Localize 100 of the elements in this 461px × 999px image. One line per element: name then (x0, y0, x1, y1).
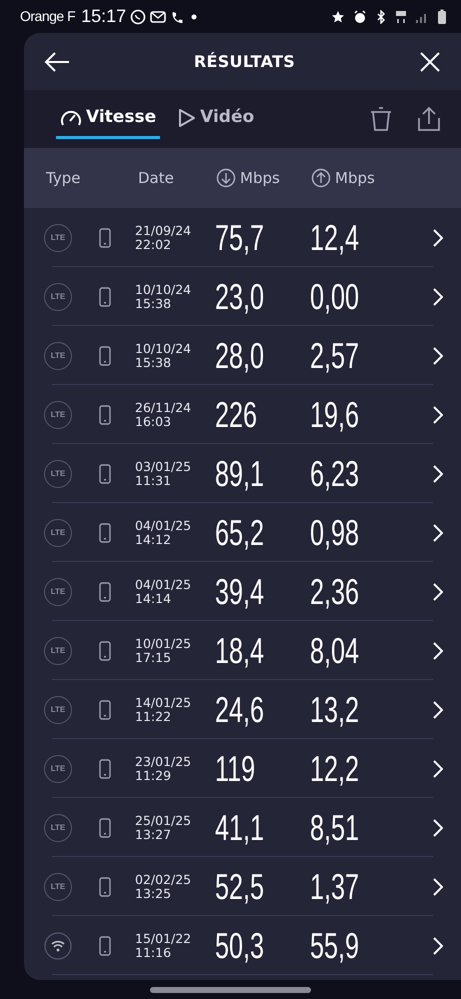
column-header: Type (46, 168, 80, 189)
network-type-badge: LTE (44, 696, 72, 724)
date-text: 23/01/25 (135, 754, 192, 768)
date-text: 25/01/25 (135, 814, 192, 828)
time-text: 14:12 (135, 532, 172, 546)
download-speed: 41,1 (215, 808, 264, 848)
date-text: 04/01/25 (135, 578, 192, 592)
date-text: 03/01/25 (135, 460, 192, 474)
time-text: 11:22 (135, 710, 172, 724)
time-text: 11:16 (135, 946, 172, 960)
chevron-icon[interactable] (433, 700, 443, 718)
network-type-badge: LTE (44, 282, 72, 310)
upload-speed: 13,2 (310, 690, 360, 730)
phone-icon (99, 228, 111, 248)
upload-speed: 0,98 (310, 512, 360, 552)
chevron-icon[interactable] (433, 524, 443, 542)
battery-icon (437, 8, 447, 24)
date-text: 15/01/22 (135, 932, 192, 946)
phone-icon (99, 700, 111, 720)
download-speed: 89,1 (215, 454, 264, 494)
chevron-icon[interactable] (433, 288, 443, 306)
trash-icon (369, 106, 393, 132)
upload-speed: 0,00 (310, 276, 360, 316)
upload-speed: 8,51 (310, 808, 360, 848)
chevron-icon[interactable] (433, 760, 443, 778)
download-speed: 24,6 (215, 690, 264, 730)
download-speed: 18,4 (215, 630, 264, 670)
carrier-name: Orange F (20, 7, 76, 26)
download-speed: 28,0 (215, 336, 264, 376)
download-speed: 119 (215, 748, 256, 788)
upload-speed: 12,2 (310, 748, 360, 788)
download-speed: 75,7 (215, 218, 264, 258)
chevron-icon[interactable] (433, 642, 443, 660)
chevron-icon[interactable] (433, 346, 443, 364)
close-icon (418, 51, 441, 74)
chevron-icon[interactable] (433, 406, 443, 424)
column-header: Mbps (240, 168, 280, 189)
chevron-icon[interactable] (433, 936, 443, 954)
date-text: 14/01/25 (135, 696, 192, 710)
chevron-icon[interactable] (433, 878, 443, 896)
time-text: 11:31 (135, 474, 172, 488)
phone-icon (99, 758, 111, 778)
page-title: RÉSULTATS (194, 50, 296, 72)
tab[interactable]: Vidéo (174, 98, 258, 140)
network-type-badge: LTE (44, 400, 72, 428)
time-text: 13:27 (135, 828, 172, 842)
chevron-icon[interactable] (433, 818, 443, 836)
play-icon (178, 108, 196, 128)
wifi-icon (44, 932, 72, 960)
chevron-icon[interactable] (433, 464, 443, 482)
network-type-badge: LTE (44, 754, 72, 782)
share-icon (417, 106, 441, 132)
download-speed: 23,0 (215, 276, 264, 316)
alarm-icon (353, 10, 367, 24)
download-speed: 39,4 (215, 572, 264, 612)
upload-speed: 19,6 (310, 394, 360, 434)
phone-icon (99, 404, 111, 424)
phone-icon (99, 818, 111, 838)
time-text: 13:25 (135, 886, 172, 900)
chevron-icon[interactable] (433, 228, 443, 246)
upload-icon (311, 168, 331, 188)
chevron-icon[interactable] (433, 582, 443, 600)
time-text: 15:38 (135, 356, 172, 370)
phone-icon (99, 464, 111, 484)
time-text: 15:38 (135, 296, 172, 310)
upload-speed: 8,04 (310, 630, 360, 670)
download-speed: 226 (215, 394, 258, 434)
date-text: 02/02/25 (135, 872, 192, 886)
time-text: 22:02 (135, 238, 172, 252)
time-text: 14:14 (135, 592, 172, 606)
phone-icon (99, 286, 111, 306)
date-text: 21/09/24 (135, 224, 192, 238)
date-text: 10/01/25 (135, 636, 192, 650)
phone-icon (99, 522, 111, 542)
time-text: 11:29 (135, 768, 172, 782)
network-type-badge: LTE (44, 224, 72, 252)
phone-icon (99, 346, 111, 366)
column-header: Date (138, 168, 174, 189)
date-text: 04/01/25 (135, 518, 192, 532)
back-arrow-icon (44, 51, 70, 74)
upload-speed: 6,23 (310, 454, 360, 494)
network-type-badge: LTE (44, 814, 72, 842)
network-type-badge: LTE (44, 460, 72, 488)
tab[interactable]: Vitesse (56, 98, 160, 140)
download-speed: 50,3 (215, 926, 264, 966)
phone-icon (99, 582, 111, 602)
network-type-badge: LTE (44, 578, 72, 606)
network-type-badge: LTE (44, 636, 72, 664)
upload-speed: 2,36 (310, 572, 360, 612)
column-header: Mbps (335, 168, 375, 189)
chat-icon (130, 8, 146, 24)
download-speed: 52,5 (215, 866, 264, 906)
download-icon (216, 168, 236, 188)
date-text: 10/10/24 (135, 282, 192, 296)
clock-time: 15:17 (81, 5, 126, 28)
upload-speed: 55,9 (310, 926, 360, 966)
star-icon (331, 10, 345, 24)
time-text: 16:03 (135, 414, 172, 428)
bluetooth-icon (375, 10, 387, 24)
upload-speed: 1,37 (310, 866, 360, 906)
